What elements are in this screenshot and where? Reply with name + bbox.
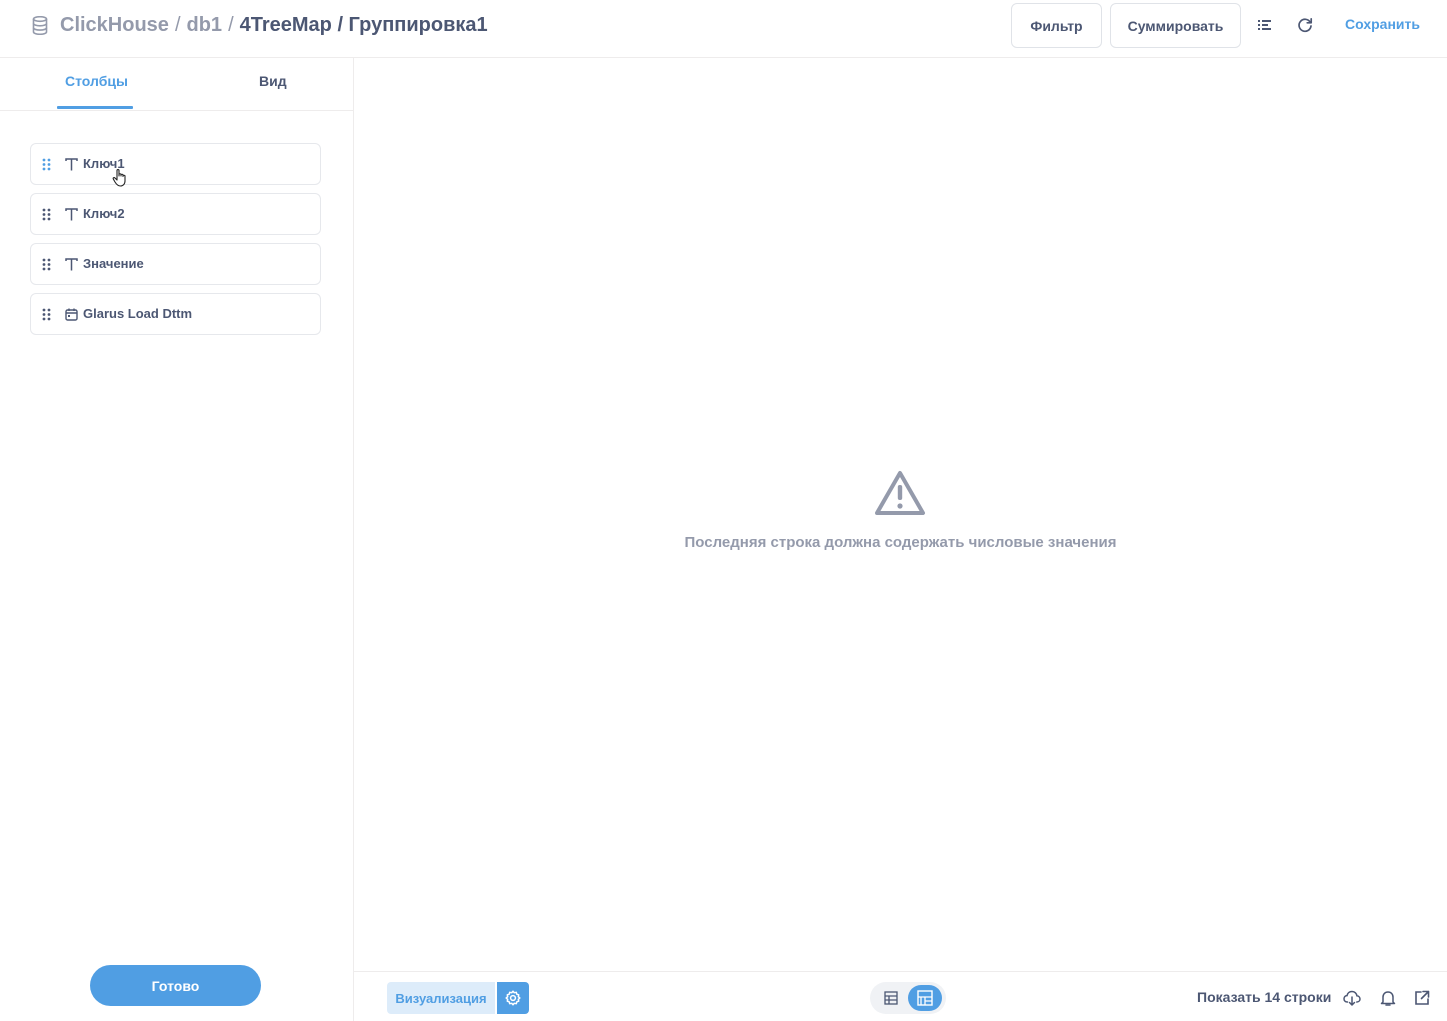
warning-icon [875, 471, 925, 515]
gear-icon [505, 990, 521, 1006]
chart-view-button[interactable] [908, 985, 942, 1011]
breadcrumb-schema[interactable]: db1 [187, 14, 223, 36]
text-type-icon [65, 208, 78, 221]
breadcrumb-separator: / [174, 14, 181, 36]
column-label: Ключ2 [83, 206, 125, 221]
drag-handle-icon[interactable] [42, 158, 52, 171]
page-title: 4TreeMap / Группировка1 [239, 14, 488, 36]
download-icon[interactable] [1343, 989, 1361, 1007]
settings-sidebar: Столбцы Вид Ключ1 Ключ2 Значение Glarus … [0, 58, 354, 1021]
drag-handle-icon[interactable] [42, 308, 52, 321]
tab-view[interactable]: Вид [259, 73, 287, 89]
bottom-bar: Визуализация Показать 14 строки [354, 971, 1447, 1021]
drag-handle-icon[interactable] [42, 258, 52, 271]
error-message: Последняя строка должна содержать числов… [684, 534, 1117, 551]
top-bar: ClickHouse / db1/4TreeMap / Группировка1 Ф… [0, 0, 1447, 58]
treemap-icon [917, 990, 933, 1006]
visualization-settings-button[interactable] [497, 982, 529, 1014]
row-count[interactable]: Показать 14 строки [1197, 989, 1331, 1005]
bell-icon[interactable] [1379, 989, 1397, 1007]
calendar-icon [65, 308, 78, 321]
breadcrumb-separator: / [228, 14, 234, 36]
text-type-icon [65, 258, 78, 271]
column-item-key2[interactable]: Ключ2 [30, 193, 321, 235]
visualization-button[interactable]: Визуализация [387, 982, 495, 1014]
column-item-key1[interactable]: Ключ1 [30, 143, 321, 185]
text-type-icon [65, 158, 78, 171]
view-toggle[interactable] [870, 982, 946, 1014]
hand-cursor-icon [112, 169, 126, 187]
column-label: Значение [83, 256, 144, 271]
table-view-icon[interactable] [884, 991, 898, 1005]
notebook-editor-icon[interactable] [1257, 17, 1273, 33]
visualization-area: Последняя строка должна содержать числов… [354, 58, 1447, 971]
breadcrumb-database[interactable]: ClickHouse [60, 14, 169, 36]
done-button[interactable]: Готово [90, 965, 261, 1006]
column-item-value[interactable]: Значение [30, 243, 321, 285]
filter-button[interactable]: Фильтр [1011, 3, 1102, 48]
column-label: Glarus Load Dttm [83, 306, 193, 321]
save-button[interactable]: Сохранить [1345, 16, 1420, 32]
sidebar-tabs: Столбцы Вид [0, 58, 353, 111]
refresh-icon[interactable] [1297, 17, 1313, 33]
active-tab-indicator [57, 106, 133, 109]
share-icon[interactable] [1413, 989, 1431, 1007]
breadcrumb: ClickHouse / db1/4TreeMap / Группировка1 [60, 12, 488, 38]
tab-columns[interactable]: Столбцы [65, 73, 128, 89]
database-icon [32, 16, 48, 35]
column-item-load-dttm[interactable]: Glarus Load Dttm [30, 293, 321, 335]
drag-handle-icon[interactable] [42, 208, 52, 221]
summarize-button[interactable]: Суммировать [1110, 3, 1241, 48]
